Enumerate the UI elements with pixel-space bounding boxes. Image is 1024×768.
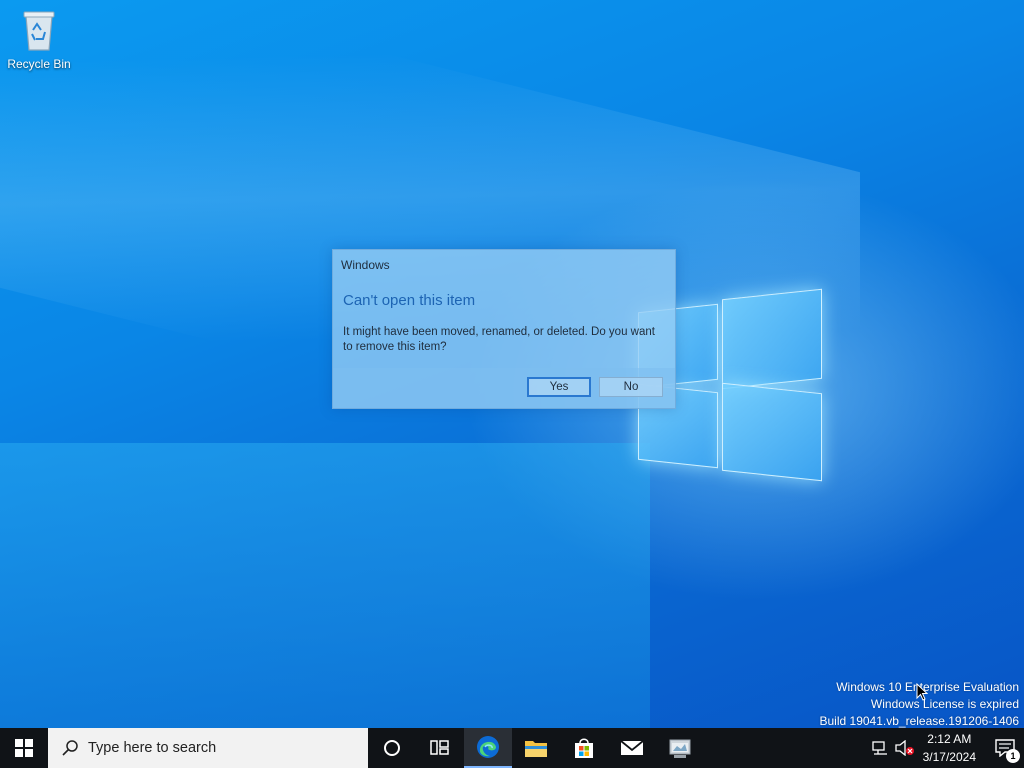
mouse-cursor-icon — [916, 683, 928, 701]
folder-icon — [525, 741, 547, 757]
clock-time: 2:12 AM — [927, 732, 972, 746]
mail-icon — [620, 740, 644, 755]
clock-date: 3/17/2024 — [922, 750, 976, 764]
error-dialog: Windows Can't open this item It might ha… — [332, 249, 676, 409]
no-button[interactable]: No — [599, 377, 663, 397]
taskbar-file-explorer[interactable] — [512, 728, 560, 768]
edge-icon — [477, 736, 499, 758]
dialog-heading: Can't open this item — [343, 292, 476, 309]
dialog-title: Windows — [341, 258, 390, 272]
network-icon — [871, 741, 887, 755]
taskbar: Type here to search 2:12 AM 3/17/2024 1 — [0, 728, 1024, 768]
cortana-button[interactable] — [368, 728, 416, 768]
recycle-bin-icon — [23, 11, 55, 51]
taskbar-clock[interactable]: 2:12 AM 3/17/2024 — [917, 730, 986, 766]
app-window-icon — [669, 739, 691, 758]
windows-start-icon — [15, 739, 33, 757]
start-button[interactable] — [0, 728, 48, 768]
notification-count-badge: 1 — [1006, 749, 1020, 763]
desktop[interactable]: Recycle Bin Windows Can't open this item… — [0, 0, 1024, 728]
desktop-icon-recycle-bin[interactable]: Recycle Bin — [6, 8, 72, 71]
system-tray: 2:12 AM 3/17/2024 1 — [869, 728, 1024, 768]
recycle-bin-label: Recycle Bin — [7, 57, 71, 71]
store-icon — [575, 738, 593, 758]
cortana-circle-icon — [384, 740, 400, 756]
taskbar-app[interactable] — [656, 728, 704, 768]
task-view-icon — [430, 740, 449, 755]
search-placeholder: Type here to search — [88, 740, 217, 756]
task-view-button[interactable] — [416, 728, 464, 768]
taskbar-edge[interactable] — [464, 728, 512, 768]
tray-volume[interactable] — [893, 728, 917, 768]
taskbar-microsoft-store[interactable] — [560, 728, 608, 768]
volume-muted-icon — [894, 740, 914, 756]
watermark-build: Build 19041.vb_release.191206-1406 — [819, 714, 1020, 728]
tray-network[interactable] — [869, 728, 893, 768]
wallpaper-floor — [0, 443, 650, 728]
search-icon — [62, 740, 78, 756]
dialog-message: It might have been moved, renamed, or de… — [343, 326, 655, 353]
taskbar-mail[interactable] — [608, 728, 656, 768]
action-center-button[interactable]: 1 — [986, 728, 1024, 768]
taskbar-search-box[interactable]: Type here to search — [48, 728, 368, 768]
yes-button[interactable]: Yes — [527, 377, 591, 397]
